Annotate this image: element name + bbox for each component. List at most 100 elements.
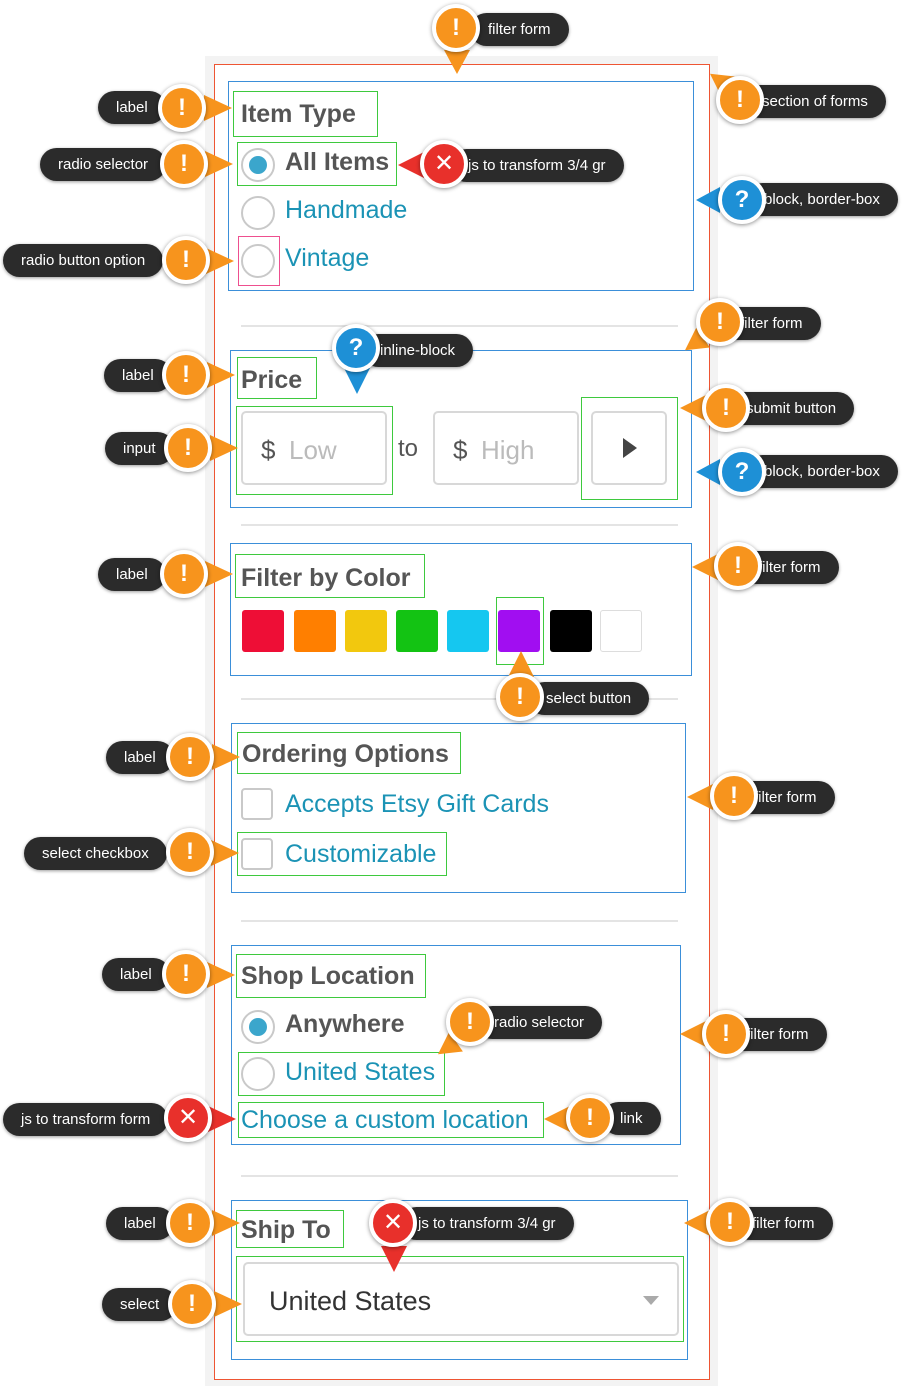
radio-united-states[interactable] xyxy=(241,1057,275,1091)
annotation-pill: radio selector xyxy=(476,1006,603,1039)
help-icon: ? xyxy=(718,448,766,496)
radio-handmade-label[interactable]: Handmade xyxy=(285,196,407,225)
warning-icon: ! xyxy=(166,828,214,876)
price-low-input[interactable]: $ Low xyxy=(241,411,387,485)
pin-pointer xyxy=(212,1210,240,1236)
annotation-pill: js to transform 3/4 gr xyxy=(400,1207,574,1240)
pin-pointer xyxy=(211,840,239,866)
annotation-pill: label xyxy=(106,741,174,774)
radio-united-states-label[interactable]: United States xyxy=(285,1058,435,1087)
pin-pointer xyxy=(206,248,234,274)
warning-icon: ! xyxy=(162,351,210,399)
ship-to-select[interactable]: United States xyxy=(243,1262,679,1336)
warning-icon: ! xyxy=(566,1094,614,1142)
divider xyxy=(241,920,678,922)
pin-pointer xyxy=(214,1291,242,1317)
divider xyxy=(241,1175,678,1177)
pin-pointer xyxy=(204,95,232,121)
annotation-pill: section of forms xyxy=(744,85,886,118)
annotation-pill: js to transform 3/4 gr xyxy=(450,149,624,182)
radio-handmade[interactable] xyxy=(241,196,275,230)
warning-icon: ! xyxy=(168,1280,216,1328)
annotation-pill: js to transform form xyxy=(3,1103,169,1136)
warning-icon: ! xyxy=(496,673,544,721)
pin-pointer xyxy=(212,744,240,770)
warning-icon: ! xyxy=(706,1198,754,1246)
currency-symbol: $ xyxy=(453,435,468,465)
checkbox-gift-cards-label[interactable]: Accepts Etsy Gift Cards xyxy=(285,790,549,819)
radio-all-items-label[interactable]: All Items xyxy=(285,148,389,177)
pin-pointer xyxy=(207,962,235,988)
color-swatch-white[interactable] xyxy=(600,610,642,652)
color-label: Filter by Color xyxy=(241,564,411,592)
warning-icon: ! xyxy=(710,772,758,820)
color-swatch-yellow[interactable] xyxy=(345,610,387,652)
custom-location-link[interactable]: Choose a custom location xyxy=(241,1106,529,1135)
help-icon: ? xyxy=(332,324,380,372)
annotation-pill: block, border-box xyxy=(746,183,898,216)
warning-icon: ! xyxy=(158,84,206,132)
checkbox-customizable-label[interactable]: Customizable xyxy=(285,840,436,869)
warning-icon: ! xyxy=(716,76,764,124)
color-swatch-purple[interactable] xyxy=(498,610,540,652)
warning-icon: ! xyxy=(166,1199,214,1247)
ordering-label: Ordering Options xyxy=(242,740,449,768)
checkbox-customizable[interactable] xyxy=(241,838,273,870)
annotation-pill: block, border-box xyxy=(746,455,898,488)
annotation-pill: label xyxy=(106,1207,174,1240)
warning-icon: ! xyxy=(714,542,762,590)
item-type-label: Item Type xyxy=(241,100,356,128)
radio-anywhere[interactable] xyxy=(241,1010,275,1044)
annotation-pill: label xyxy=(102,958,170,991)
annotation-pill: label xyxy=(98,558,166,591)
annotation-pill: label xyxy=(98,91,166,124)
radio-vintage[interactable] xyxy=(241,244,275,278)
ship-to-label: Ship To xyxy=(241,1216,331,1244)
radio-anywhere-label[interactable]: Anywhere xyxy=(285,1010,404,1039)
warning-icon: ! xyxy=(702,384,750,432)
warning-icon: ! xyxy=(166,733,214,781)
annotation-pill: radio selector xyxy=(40,148,167,181)
price-submit-button[interactable] xyxy=(591,411,667,485)
color-swatch-orange[interactable] xyxy=(294,610,336,652)
warning-icon: ! xyxy=(162,236,210,284)
ship-to-value: United States xyxy=(269,1286,432,1316)
annotation-pill: filter form xyxy=(470,13,569,46)
color-swatch-black[interactable] xyxy=(550,610,592,652)
radio-vintage-label[interactable]: Vintage xyxy=(285,244,369,273)
pin-pointer xyxy=(210,435,238,461)
price-low-placeholder: Low xyxy=(289,435,337,465)
annotation-pill: select checkbox xyxy=(24,837,167,870)
pin-pointer xyxy=(207,362,235,388)
warning-icon: ! xyxy=(432,4,480,52)
price-high-input[interactable]: $ High xyxy=(433,411,579,485)
warning-icon: ! xyxy=(160,140,208,188)
annotation-pill: select xyxy=(102,1288,178,1321)
radio-all-items[interactable] xyxy=(241,148,275,182)
pin-pointer xyxy=(205,151,233,177)
location-label: Shop Location xyxy=(241,962,415,990)
divider xyxy=(241,524,678,526)
price-label: Price xyxy=(241,366,303,394)
checkbox-gift-cards[interactable] xyxy=(241,788,273,820)
pin-pointer xyxy=(381,1246,407,1272)
divider xyxy=(241,325,678,327)
currency-symbol: $ xyxy=(261,435,276,465)
help-icon: ? xyxy=(718,176,766,224)
warning-icon: ! xyxy=(160,550,208,598)
error-icon: ✕ xyxy=(164,1094,212,1142)
pin-pointer xyxy=(208,1106,236,1132)
pin-pointer xyxy=(696,459,720,485)
color-swatch-cyan[interactable] xyxy=(447,610,489,652)
warning-icon: ! xyxy=(446,998,494,1046)
annotation-pill: select button xyxy=(528,682,650,715)
price-high-placeholder: High xyxy=(481,435,535,465)
color-swatch-green[interactable] xyxy=(396,610,438,652)
warning-icon: ! xyxy=(162,950,210,998)
warning-icon: ! xyxy=(702,1010,750,1058)
pin-pointer xyxy=(205,561,233,587)
color-swatch-red[interactable] xyxy=(242,610,284,652)
error-icon: ✕ xyxy=(420,140,468,188)
error-icon: ✕ xyxy=(369,1199,417,1247)
warning-icon: ! xyxy=(164,424,212,472)
